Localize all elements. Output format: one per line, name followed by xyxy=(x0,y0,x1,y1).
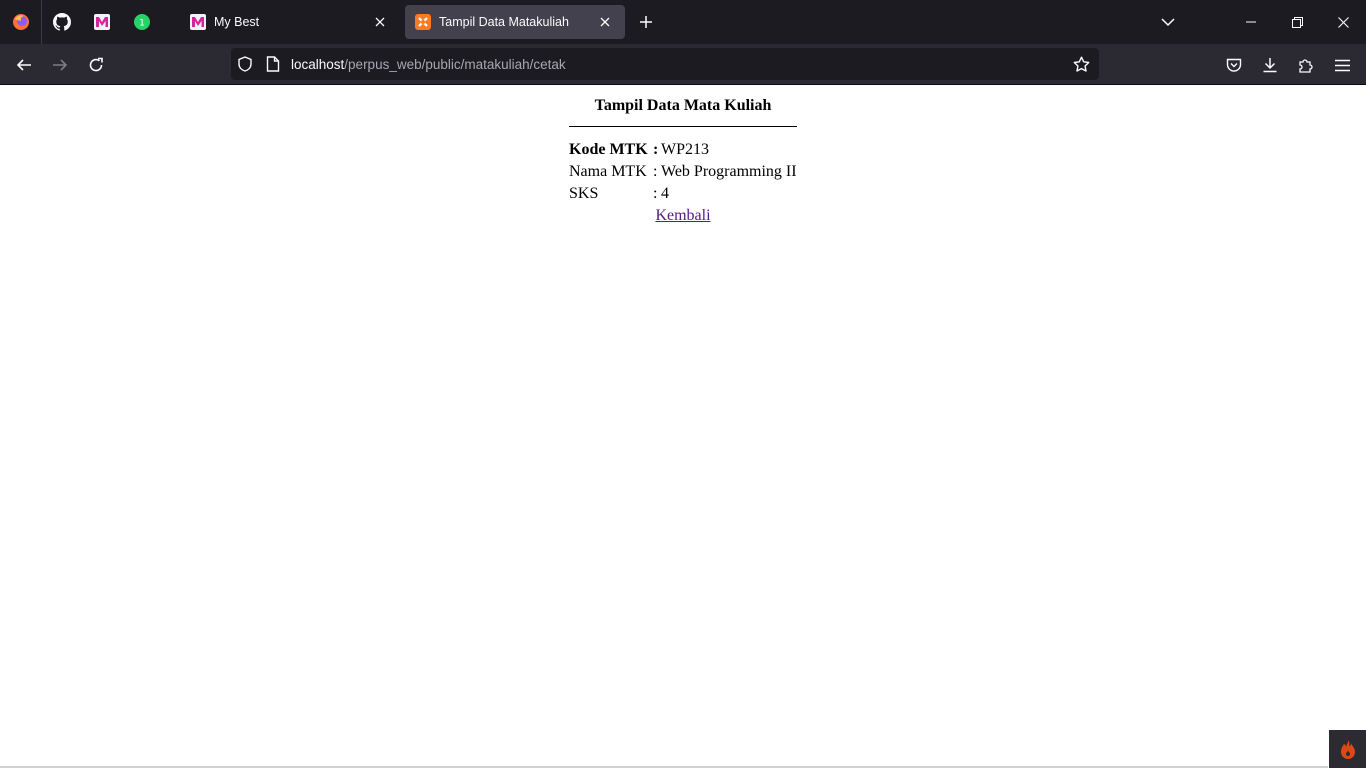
page-icon[interactable] xyxy=(259,48,287,80)
field-value: 4 xyxy=(661,185,669,202)
extensions-button[interactable] xyxy=(1291,50,1321,80)
close-window-button[interactable] xyxy=(1320,0,1366,44)
tab-my-best[interactable]: My Best xyxy=(180,5,400,39)
minimize-icon xyxy=(1246,21,1256,23)
close-tab-icon[interactable] xyxy=(595,12,615,32)
chevron-down-icon xyxy=(1161,18,1175,27)
field-separator: : xyxy=(653,185,658,202)
list-all-tabs-button[interactable] xyxy=(1156,10,1180,34)
pinned-tab-whatsapp[interactable]: 1 xyxy=(122,0,162,44)
restore-icon xyxy=(1291,16,1303,28)
firefox-icon xyxy=(12,14,29,30)
download-icon xyxy=(1263,58,1277,73)
pocket-button[interactable] xyxy=(1219,50,1249,80)
tab-title: My Best xyxy=(214,15,260,29)
forward-button[interactable] xyxy=(45,50,75,80)
field-row-sks: SKS : 4 xyxy=(569,183,797,205)
field-value: Web Programming II xyxy=(661,163,797,180)
hamburger-menu-icon xyxy=(1334,59,1350,71)
field-label: SKS xyxy=(569,185,599,202)
minimize-button[interactable] xyxy=(1228,0,1274,44)
puzzle-icon xyxy=(1299,59,1313,73)
pocket-icon xyxy=(1226,58,1242,72)
shield-icon[interactable] xyxy=(231,48,259,80)
tab-strip: 1 My Best Tampil Data Matakuliah xyxy=(0,0,1366,44)
field-label: Kode MTK xyxy=(569,141,648,158)
downloads-button[interactable] xyxy=(1255,50,1285,80)
title-divider xyxy=(569,126,797,127)
close-icon xyxy=(1337,16,1349,28)
url-host: localhost xyxy=(291,56,345,72)
field-label: Nama MTK xyxy=(569,163,647,180)
firefox-menu[interactable] xyxy=(0,0,42,44)
url-text[interactable]: localhost/perpus_web/public/matakuliah/c… xyxy=(291,57,566,72)
m-badge-icon xyxy=(94,14,110,30)
tab-title: Tampil Data Matakuliah xyxy=(439,15,569,29)
codeigniter-debug-button[interactable] xyxy=(1329,730,1366,768)
page-title: Tampil Data Mata Kuliah xyxy=(594,97,772,114)
arrow-left-icon xyxy=(16,59,31,71)
whatsapp-badge: 1 xyxy=(139,19,145,29)
pinned-tab-m[interactable] xyxy=(82,0,122,44)
field-row-nama: Nama MTK : Web Programming II xyxy=(569,161,797,183)
m-badge-icon xyxy=(190,14,206,30)
course-detail: Tampil Data Mata Kuliah Kode MTK : WP213… xyxy=(569,95,797,227)
field-row-kode: Kode MTK : WP213 xyxy=(569,139,797,161)
bookmark-star-icon[interactable] xyxy=(1069,52,1093,76)
app-menu-button[interactable] xyxy=(1327,50,1357,80)
tab-tampil-data-matakuliah[interactable]: Tampil Data Matakuliah xyxy=(405,5,625,39)
new-tab-button[interactable] xyxy=(634,10,658,34)
github-icon xyxy=(53,13,71,31)
reload-button[interactable] xyxy=(81,50,111,80)
back-button[interactable] xyxy=(9,50,39,80)
flame-icon xyxy=(1340,740,1355,759)
arrow-right-icon xyxy=(53,59,68,71)
kembali-link[interactable]: Kembali xyxy=(655,207,710,224)
field-value: WP213 xyxy=(661,141,709,158)
pinned-tab-github[interactable] xyxy=(42,0,82,44)
reload-icon xyxy=(89,57,103,72)
back-link-row: Kembali xyxy=(569,205,797,227)
page-content: Tampil Data Mata Kuliah Kode MTK : WP213… xyxy=(0,85,1366,768)
field-separator: : xyxy=(653,141,659,158)
url-path: /perpus_web/public/matakuliah/cetak xyxy=(344,56,566,72)
xampp-icon xyxy=(415,14,431,30)
field-separator: : xyxy=(653,163,658,180)
close-tab-icon[interactable] xyxy=(370,12,390,32)
navigation-toolbar: localhost/perpus_web/public/matakuliah/c… xyxy=(0,44,1366,85)
whatsapp-icon: 1 xyxy=(134,14,150,30)
plus-icon xyxy=(640,16,652,28)
address-bar[interactable]: localhost/perpus_web/public/matakuliah/c… xyxy=(231,48,1099,80)
restore-button[interactable] xyxy=(1274,0,1320,44)
